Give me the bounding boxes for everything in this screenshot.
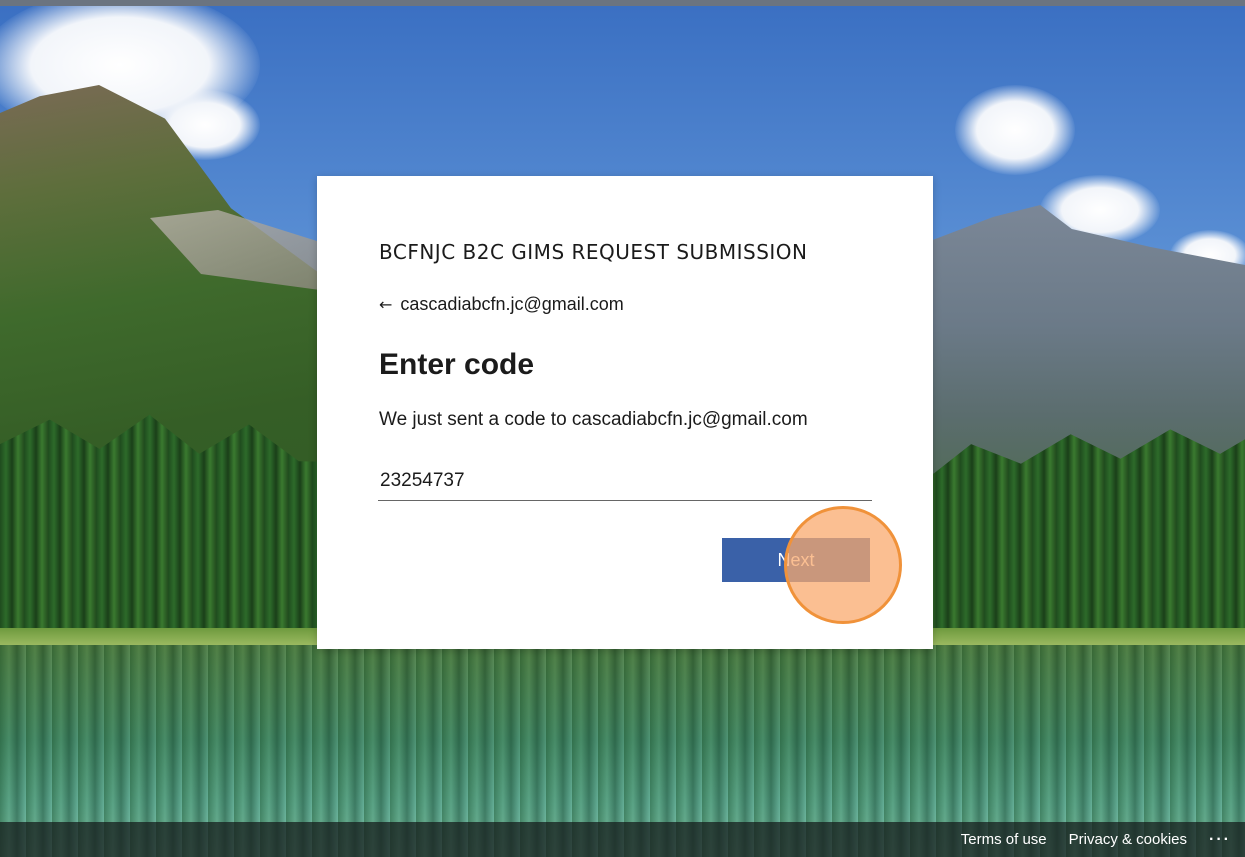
identity-email: cascadiabcfn.jc@gmail.com (400, 294, 624, 314)
page-title: Enter code (379, 348, 535, 381)
verification-code-input[interactable] (378, 461, 872, 501)
next-button[interactable]: Next (722, 538, 870, 582)
privacy-cookies-link[interactable]: Privacy & cookies (1069, 831, 1187, 848)
more-options-icon[interactable]: ··· (1209, 831, 1231, 849)
footer: Terms of use Privacy & cookies ··· (0, 822, 1245, 857)
top-border (0, 0, 1245, 6)
sign-in-card: BCFNJC B2C GIMS REQUEST SUBMISSION ← cas… (317, 176, 933, 649)
terms-of-use-link[interactable]: Terms of use (961, 831, 1047, 848)
cloud (955, 85, 1075, 175)
code-sent-description: We just sent a code to cascadiabcfn.jc@g… (379, 409, 808, 430)
arrow-left-icon: ← (379, 294, 393, 314)
back-to-email-link[interactable]: ← cascadiabcfn.jc@gmail.com (379, 294, 624, 315)
organization-title: BCFNJC B2C GIMS REQUEST SUBMISSION (379, 240, 808, 264)
